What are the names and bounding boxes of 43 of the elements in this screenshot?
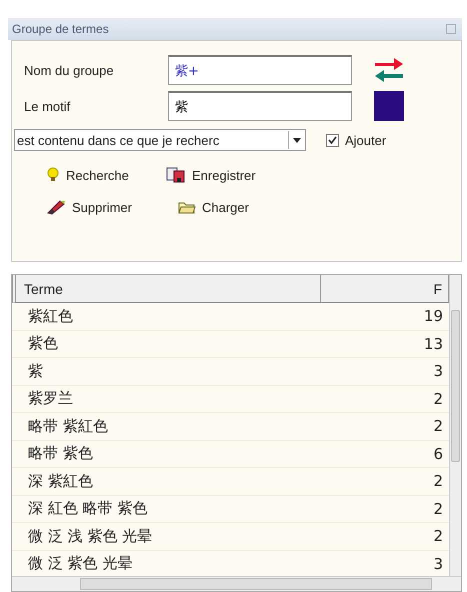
color-swatch[interactable] (374, 91, 404, 121)
add-checkbox[interactable]: Ajouter (326, 132, 386, 148)
folder-icon (178, 200, 196, 214)
table-cell-text: 2 (432, 527, 444, 546)
table-cell-text: 2 (432, 472, 444, 490)
table-cell-text: 2 (432, 500, 444, 518)
table-cell-text: 微 泛 紫色 光晕 (27, 554, 134, 574)
action-button[interactable]: Charger (178, 199, 249, 215)
check-icon (328, 136, 337, 144)
table-cell-text: 19 (422, 307, 444, 326)
table-cell-text: 深 紫紅色 (27, 472, 94, 491)
action-button[interactable]: Recherche (46, 167, 129, 183)
pin-icon[interactable] (446, 24, 456, 34)
action-button[interactable]: Enregistrer (166, 167, 256, 183)
eraser-icon (46, 199, 66, 215)
table-cell-text: 3 (432, 362, 444, 380)
table-cell-text: 深 紅色 略带 紫色 (27, 499, 148, 518)
table-cell-text: 13 (422, 334, 444, 353)
table-cell-text: 2 (432, 417, 444, 436)
table-cell-text: 3 (432, 554, 444, 573)
save-icon (166, 167, 186, 183)
table-cell-text: 紫紅色 (27, 306, 74, 326)
swap-arrows-icon[interactable] (374, 57, 404, 83)
table-cell-text: 略带 紫色 (27, 444, 94, 464)
horizontal-scrollbar[interactable] (12, 576, 461, 591)
match-mode-dropdown[interactable]: est contenu dans ce que je recherc (14, 129, 306, 151)
lightbulb-icon (46, 167, 60, 183)
dropdown-arrow-icon (293, 138, 301, 142)
table-cell-text: 紫 (27, 362, 44, 381)
field-label: Le motif (24, 98, 72, 114)
table-cell-text: 2 (432, 390, 444, 408)
table-cell-text: 微 泛 浅 紫色 光晕 (27, 526, 154, 546)
pattern-field[interactable]: 紫 (168, 91, 352, 121)
table-cell-text: 略带 紫紅色 (27, 416, 109, 436)
group-name-field[interactable]: 紫+ (168, 55, 352, 85)
action-button[interactable]: Supprimer (46, 199, 132, 215)
table-cell-text: 6 (432, 444, 444, 463)
table-cell-text: 紫罗兰 (27, 389, 74, 408)
vertical-scrollbar[interactable] (449, 275, 461, 576)
panel-title: Groupe de termes (12, 22, 109, 36)
field-label: Nom du groupe (24, 62, 115, 78)
column-header[interactable]: Terme (16, 275, 321, 302)
table-cell-text: 紫色 (27, 334, 59, 354)
